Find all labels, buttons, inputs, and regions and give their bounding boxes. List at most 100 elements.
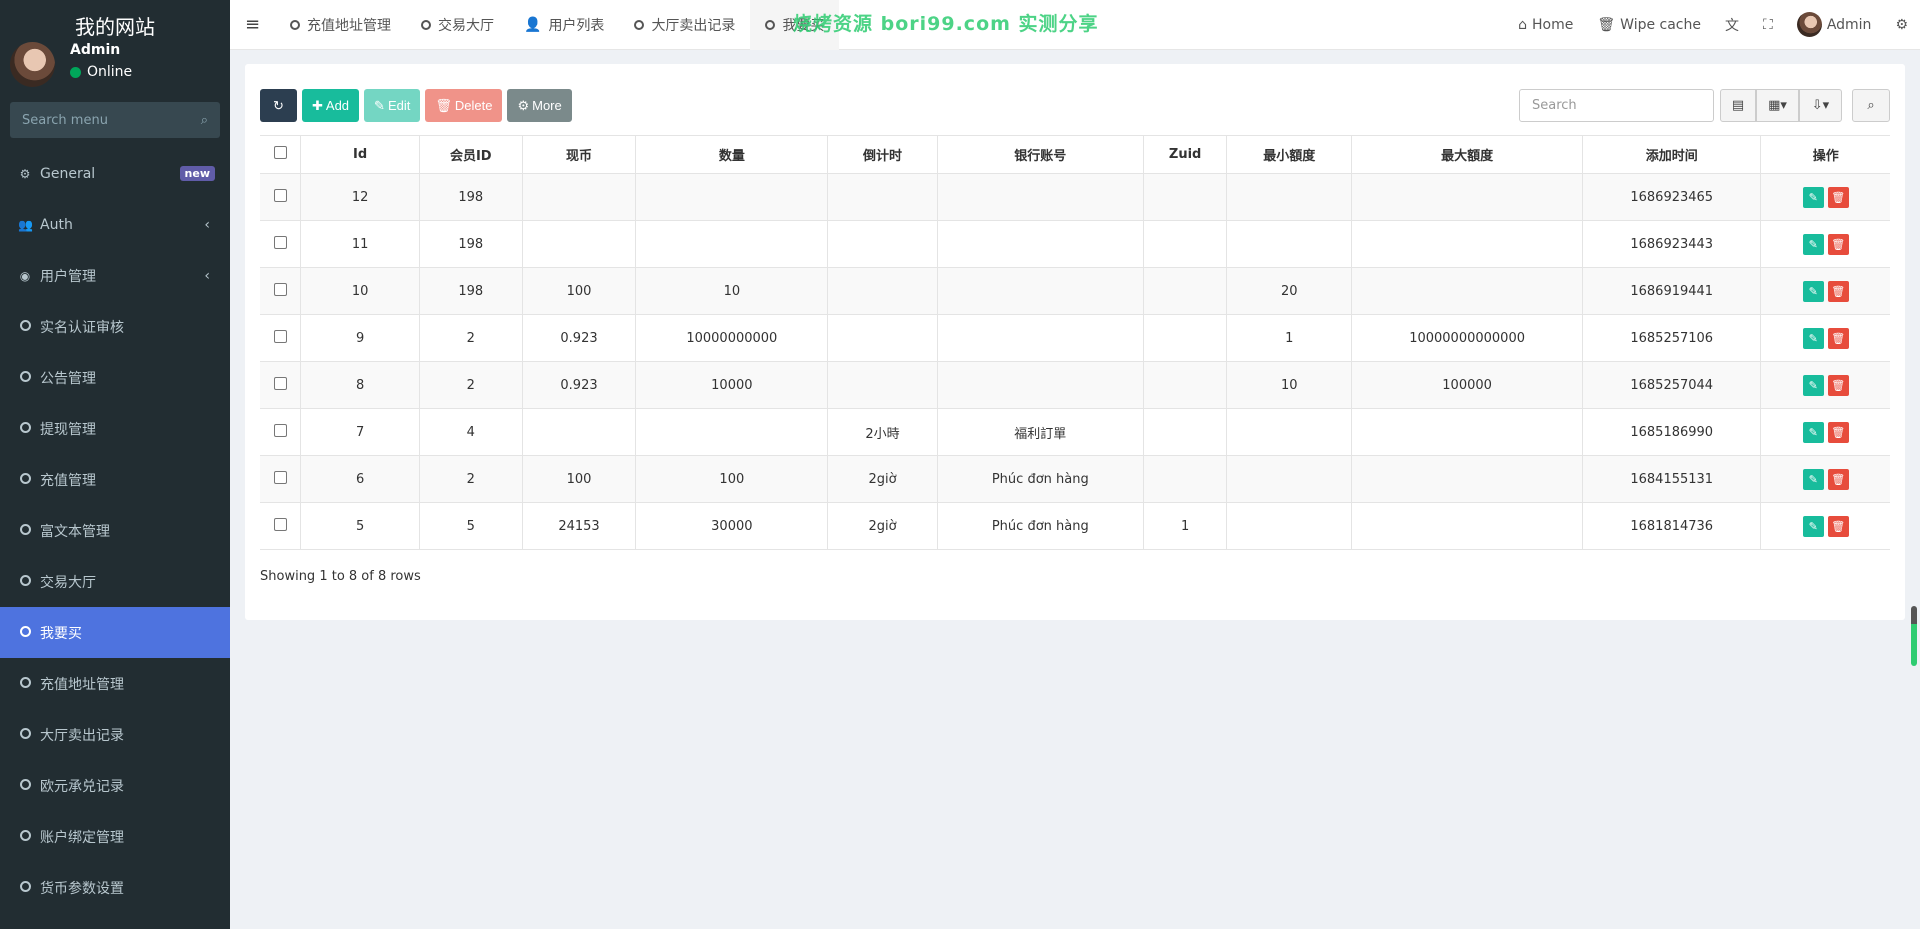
language-icon[interactable]: 文: [1713, 15, 1751, 35]
edit-row-icon[interactable]: ✎: [1802, 468, 1824, 490]
col-header[interactable]: 添加时间: [1581, 135, 1761, 174]
delete-button[interactable]: 🗑 Delete: [425, 89, 503, 122]
row-checkbox[interactable]: [260, 361, 301, 409]
table-cell: [827, 220, 937, 268]
table-row[interactable]: 6 2 100 100 2giờ Phúc đơn hàng 1684155131 ✎ 🗑: [260, 455, 1890, 503]
tab-recharge-address[interactable]: 充值地址管理: [275, 0, 406, 50]
menu-toggle-icon[interactable]: ≡: [230, 14, 275, 35]
fullscreen-icon[interactable]: ⛶: [1751, 17, 1785, 33]
edit-row-icon[interactable]: ✎: [1802, 280, 1824, 302]
delete-row-icon[interactable]: 🗑: [1827, 233, 1849, 255]
toggle-view-button[interactable]: ▤: [1720, 89, 1756, 122]
sidebar-item-euro-records[interactable]: 欧元承兑记录: [0, 760, 230, 811]
admin-menu[interactable]: Admin: [1785, 12, 1884, 37]
grid-icon: ▦▾: [1768, 98, 1787, 113]
table-row[interactable]: 9 2 0.923 10000000000 1 10000000000000 1685257…: [260, 314, 1890, 362]
table-row[interactable]: 5 5 24153 30000 2giờ Phúc đơn hàng 1 1681814736…: [260, 502, 1890, 550]
scrollbar[interactable]: [1911, 606, 1917, 666]
more-button[interactable]: ⚙ More: [507, 89, 572, 122]
tab-hall-sell-records[interactable]: 大厅卖出记录: [619, 0, 750, 50]
table-cell: 10: [635, 267, 828, 315]
table-row[interactable]: 7 4 2小時 福利訂單 1685186990 ✎ 🗑: [260, 408, 1890, 456]
delete-row-icon[interactable]: 🗑: [1827, 515, 1849, 537]
sidebar-item-hall-sell-records[interactable]: 大厅卖出记录: [0, 709, 230, 760]
cog-icon: ⚙: [517, 97, 530, 113]
row-checkbox[interactable]: [260, 455, 301, 503]
col-header[interactable]: 倒计时: [827, 135, 937, 174]
table-body: 12 198 1686923465 ✎ 🗑 11 198 1686923443 ✎ 🗑 10 198 1…: [260, 173, 1890, 550]
delete-row-icon[interactable]: 🗑: [1827, 468, 1849, 490]
tab-user-list[interactable]: 👤 用户列表: [509, 0, 619, 50]
sidebar-item-withdraw[interactable]: 提现管理: [0, 403, 230, 454]
edit-row-icon[interactable]: ✎: [1802, 186, 1824, 208]
table-cell: [1226, 502, 1352, 550]
edit-row-icon[interactable]: ✎: [1802, 233, 1824, 255]
delete-row-icon[interactable]: 🗑: [1827, 186, 1849, 208]
table-cell: 0.923: [521, 314, 636, 362]
table-cell: 100: [635, 455, 828, 503]
table-cell: [1351, 173, 1583, 221]
table-row[interactable]: 11 198 1686923443 ✎ 🗑: [260, 220, 1890, 268]
sidebar-item-realname[interactable]: 实名认证审核: [0, 301, 230, 352]
delete-row-icon[interactable]: 🗑: [1827, 327, 1849, 349]
select-all-checkbox[interactable]: [260, 135, 301, 174]
data-table: Id 会员ID 现币 数量 倒计时 银行账号 Zuid 最小額度 最大額度 添加…: [260, 135, 1890, 550]
table-cell: [635, 408, 828, 456]
delete-row-icon[interactable]: 🗑: [1827, 280, 1849, 302]
col-header[interactable]: 数量: [635, 135, 828, 174]
edit-row-icon[interactable]: ✎: [1802, 327, 1824, 349]
sidebar-item-user-management[interactable]: ◉ 用户管理 ‹: [0, 250, 230, 301]
wipe-cache-link[interactable]: 🗑 Wipe cache: [1585, 17, 1713, 33]
tab-trade-hall[interactable]: 交易大厅: [406, 0, 509, 50]
row-checkbox[interactable]: [260, 173, 301, 221]
delete-row-icon[interactable]: 🗑: [1827, 421, 1849, 443]
edit-button[interactable]: ✎ Edit: [364, 89, 421, 122]
table-search-input[interactable]: Search: [1519, 89, 1714, 122]
row-checkbox[interactable]: [260, 267, 301, 315]
col-header[interactable]: Zuid: [1143, 135, 1227, 174]
table-cell: 12: [300, 173, 420, 221]
sidebar-item-account-binding[interactable]: 账户绑定管理: [0, 811, 230, 862]
columns-button[interactable]: ▦▾: [1756, 89, 1799, 122]
col-header[interactable]: Id: [300, 135, 420, 174]
edit-row-icon[interactable]: ✎: [1802, 421, 1824, 443]
circle-icon: [19, 727, 31, 739]
row-checkbox[interactable]: [260, 408, 301, 456]
sidebar-item-trade-hall[interactable]: 交易大厅: [0, 556, 230, 607]
export-button[interactable]: ⇩▾: [1799, 89, 1842, 122]
delete-row-icon[interactable]: 🗑: [1827, 374, 1849, 396]
circle-icon: [19, 472, 31, 484]
sidebar-item-buy[interactable]: 我要买: [0, 607, 230, 658]
row-checkbox[interactable]: [260, 502, 301, 550]
row-checkbox[interactable]: [260, 220, 301, 268]
row-checkbox[interactable]: [260, 314, 301, 362]
table-cell: [936, 220, 1144, 268]
edit-row-icon[interactable]: ✎: [1802, 374, 1824, 396]
sidebar-item-currency-settings[interactable]: 货币参数设置: [0, 862, 230, 913]
settings-icon[interactable]: ⚙: [1883, 17, 1920, 33]
col-header[interactable]: 银行账号: [936, 135, 1144, 174]
sidebar-item-general[interactable]: ⚙ General new: [0, 148, 230, 199]
search-menu-input[interactable]: Search menu ⌕: [10, 102, 220, 138]
col-header[interactable]: 最大額度: [1351, 135, 1583, 174]
col-header[interactable]: 最小額度: [1226, 135, 1352, 174]
col-header[interactable]: 现币: [521, 135, 636, 174]
edit-row-icon[interactable]: ✎: [1802, 515, 1824, 537]
common-search-button[interactable]: ⌕: [1852, 89, 1890, 122]
table-cell: 2giờ: [827, 502, 937, 550]
user-circle-icon: ◉: [19, 268, 31, 283]
table-cell: [1143, 220, 1227, 268]
sidebar-item-auth[interactable]: 👥 Auth ‹: [0, 199, 230, 250]
sidebar-item-richtext[interactable]: 富文本管理: [0, 505, 230, 556]
add-button[interactable]: ✚ Add: [302, 89, 360, 122]
sidebar-item-recharge[interactable]: 充值管理: [0, 454, 230, 505]
refresh-button[interactable]: ↻: [260, 89, 297, 122]
sidebar-item-recharge-address[interactable]: 充值地址管理: [0, 658, 230, 709]
col-header[interactable]: 会员ID: [418, 135, 523, 174]
table-row[interactable]: 12 198 1686923465 ✎ 🗑: [260, 173, 1890, 221]
sidebar-item-notice[interactable]: 公告管理: [0, 352, 230, 403]
table-row[interactable]: 10 198 100 10 20 1686919441 ✎ 🗑: [260, 267, 1890, 315]
table-cell: [1226, 408, 1352, 456]
table-row[interactable]: 8 2 0.923 10000 10 100000 1685257044 ✎ 🗑: [260, 361, 1890, 409]
home-link[interactable]: ⌂ Home: [1506, 17, 1585, 33]
